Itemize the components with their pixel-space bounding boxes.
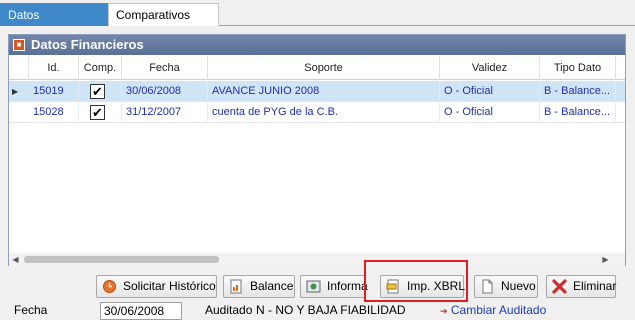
comp-checkbox[interactable]: ✔: [90, 84, 105, 99]
scroll-right-icon[interactable]: ▶: [599, 253, 612, 266]
scroll-left-icon[interactable]: ◀: [9, 253, 22, 266]
current-row-indicator-icon: ▶: [12, 87, 19, 96]
auditado-label: Auditado: [205, 303, 253, 317]
row-indicator-header: [9, 56, 29, 80]
cell-fecha: 31/12/2007: [122, 102, 208, 123]
fecha-label: Fecha: [14, 303, 48, 317]
col-header-extra: [616, 56, 625, 80]
table-row[interactable]: ▶ 15019 ✔ 30/06/2008 AVANCE JUNIO 2008 O…: [9, 81, 625, 102]
cell-validez: O - Oficial: [440, 102, 540, 123]
tab-comparativos[interactable]: Comparativos: [108, 3, 219, 26]
col-header-id[interactable]: Id.: [29, 56, 79, 80]
informa-icon: [306, 280, 321, 293]
delete-icon: [552, 279, 567, 294]
col-header-fecha[interactable]: Fecha: [122, 56, 208, 80]
cell-fecha: 30/06/2008: [122, 81, 208, 102]
tab-datos-financieros[interactable]: Datos Financieros: [0, 3, 108, 44]
cell-id: 15019: [29, 81, 79, 102]
scroll-thumb[interactable]: [24, 256, 219, 263]
panel-icon: ■: [13, 39, 25, 51]
balance-label: Balance: [250, 279, 294, 293]
cambiar-auditado-link[interactable]: ➔ Cambiar Auditado: [440, 303, 546, 317]
informa-button[interactable]: Informa: [300, 275, 368, 298]
datos-financieros-panel: ■ Datos Financieros Id. Comp. Fecha Sopo…: [8, 34, 626, 266]
eliminar-button[interactable]: Eliminar: [546, 275, 616, 298]
auditado-value: N - NO Y BAJA FIABILIDAD: [256, 303, 406, 317]
cell-soporte: AVANCE JUNIO 2008: [208, 81, 440, 102]
nuevo-label: Nuevo: [501, 279, 536, 293]
cell-tipo-dato: B - Balance...: [540, 102, 616, 123]
comp-checkbox[interactable]: ✔: [90, 105, 105, 120]
tab-bar: Datos Financieros Comparativos: [0, 0, 635, 44]
table-row[interactable]: 15028 ✔ 31/12/2007 cuenta de PYG de la C…: [9, 102, 625, 123]
col-header-validez[interactable]: Validez: [440, 56, 540, 80]
history-icon: [103, 280, 116, 293]
cell-comp: ✔: [79, 102, 122, 123]
panel-title: Datos Financieros: [31, 37, 144, 52]
informa-label: Informa: [327, 279, 368, 293]
link-arrow-icon: ➔: [440, 306, 448, 316]
cell-tipo-dato: B - Balance...: [540, 81, 616, 102]
fecha-field[interactable]: 30/06/2008: [100, 302, 182, 320]
eliminar-label: Eliminar: [573, 279, 617, 293]
highlight-box: [364, 260, 468, 302]
col-header-comp[interactable]: Comp.: [79, 56, 122, 80]
solicitar-historico-label: Solicitar Histórico: [123, 279, 216, 293]
panel-header: ■ Datos Financieros: [9, 35, 625, 55]
balance-button[interactable]: Balance: [223, 275, 295, 298]
cell-validez: O - Oficial: [440, 81, 540, 102]
grid-header: Id. Comp. Fecha Soporte Validez Tipo Dat…: [9, 56, 625, 80]
horizontal-scrollbar[interactable]: ◀ ▶: [9, 253, 625, 266]
new-document-icon: [482, 279, 493, 294]
cell-comp: ✔: [79, 81, 122, 102]
cell-soporte: cuenta de PYG de la C.B.: [208, 102, 440, 123]
col-header-soporte[interactable]: Soporte: [208, 56, 440, 80]
nuevo-button[interactable]: Nuevo: [474, 275, 538, 298]
balance-document-icon: [230, 279, 242, 294]
col-header-tipo-dato[interactable]: Tipo Dato: [540, 56, 616, 80]
cambiar-auditado-label: Cambiar Auditado: [450, 303, 547, 317]
solicitar-historico-button[interactable]: Solicitar Histórico: [96, 275, 217, 298]
cell-id: 15028: [29, 102, 79, 123]
